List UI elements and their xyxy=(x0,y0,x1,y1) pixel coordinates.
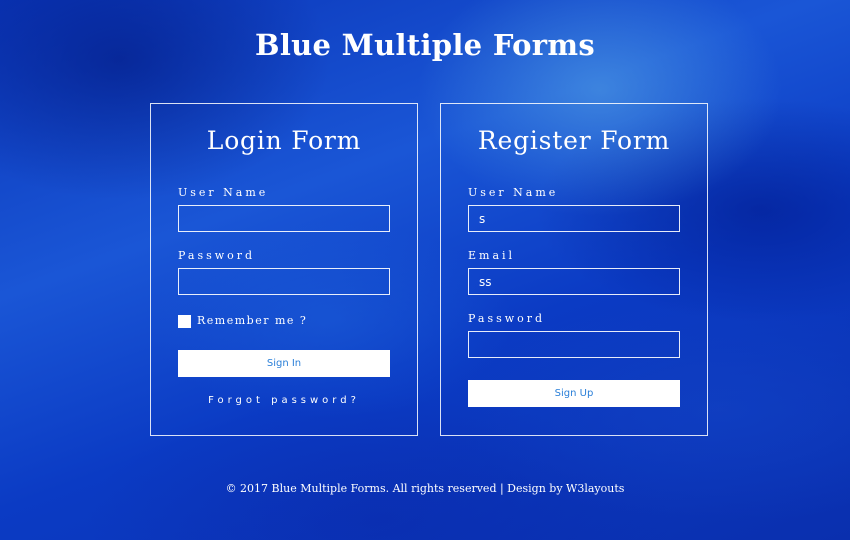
forgot-password-link[interactable]: Forgot password? xyxy=(151,395,417,406)
login-password-label: Password xyxy=(178,249,256,262)
footer-designer-link[interactable]: W3layouts xyxy=(566,482,624,495)
register-username-label: User Name xyxy=(468,186,559,199)
register-form-panel: Register Form User Name Email Password S… xyxy=(440,103,708,436)
register-email-input[interactable] xyxy=(468,268,680,295)
register-email-label: Email xyxy=(468,249,516,262)
login-username-label: User Name xyxy=(178,186,269,199)
page-title: Blue Multiple Forms xyxy=(255,28,595,62)
remember-me-label: Remember me ? xyxy=(197,314,308,327)
login-username-input[interactable] xyxy=(178,205,390,232)
sign-in-button[interactable]: Sign In xyxy=(178,350,390,377)
register-password-input[interactable] xyxy=(468,331,680,358)
footer-copyright: © 2017 Blue Multiple Forms. All rights r… xyxy=(225,482,567,495)
sign-up-button[interactable]: Sign Up xyxy=(468,380,680,407)
register-password-label: Password xyxy=(468,312,546,325)
login-password-input[interactable] xyxy=(178,268,390,295)
register-username-input[interactable] xyxy=(468,205,680,232)
register-form-title: Register Form xyxy=(477,126,671,155)
remember-me-checkbox[interactable] xyxy=(178,315,191,328)
login-form-panel: Login Form User Name Password Remember m… xyxy=(150,103,418,436)
footer: © 2017 Blue Multiple Forms. All rights r… xyxy=(0,482,850,495)
login-form-title: Login Form xyxy=(206,126,362,155)
